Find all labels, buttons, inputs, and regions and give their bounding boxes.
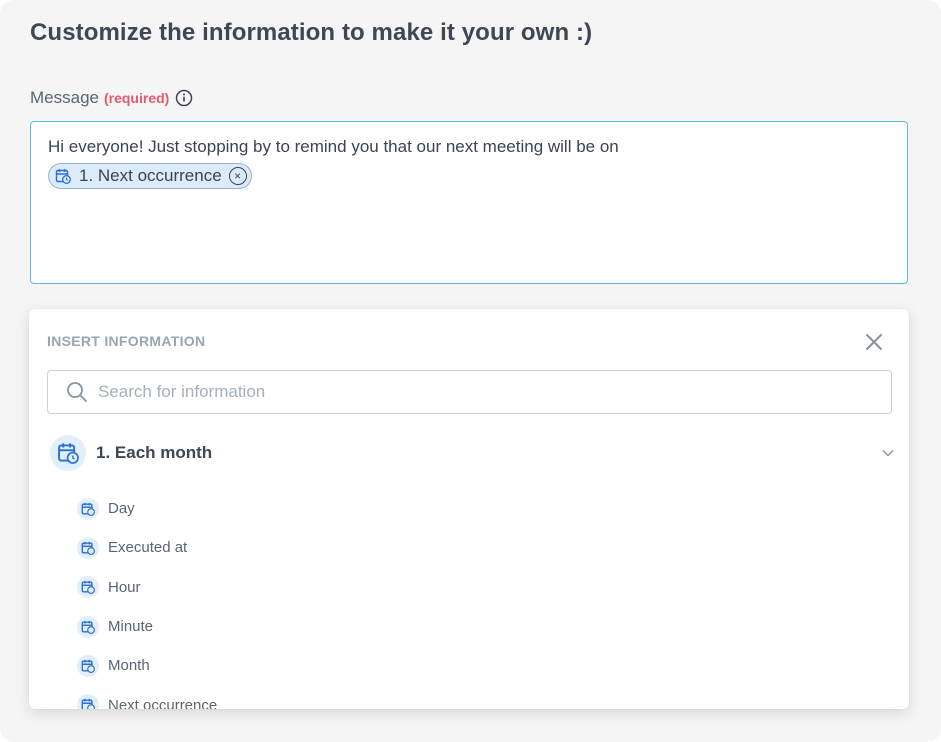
calendar-clock-icon [77, 497, 99, 520]
list-item-next-occurrence[interactable]: Next occurrence [77, 685, 217, 709]
calendar-clock-icon [77, 654, 99, 677]
insert-information-dropdown: INSERT INFORMATION Search for informatio… [29, 309, 909, 709]
info-icon[interactable] [175, 89, 193, 107]
group-header-each-month[interactable]: 1. Each month [50, 435, 895, 471]
message-editor[interactable]: Hi everyone! Just stopping by to remind … [30, 121, 908, 284]
list-item-hour[interactable]: Hour [77, 568, 217, 607]
list-item-day[interactable]: Day [77, 489, 217, 528]
message-text: Hi everyone! Just stopping by to remind … [48, 137, 619, 156]
message-label: Message [30, 88, 99, 107]
chip-label: 1. Next occurrence [79, 166, 222, 185]
list-item-label: Executed at [108, 539, 188, 557]
variable-chip[interactable]: 1. Next occurrence × [48, 163, 252, 189]
calendar-clock-icon [77, 536, 99, 559]
page-title: Customize the information to make it you… [30, 19, 593, 46]
calendar-clock-icon [77, 615, 99, 638]
list-item-label: Day [108, 500, 135, 518]
dropdown-header: INSERT INFORMATION [47, 333, 206, 349]
customize-panel: Customize the information to make it you… [0, 0, 941, 742]
search-box [47, 370, 892, 414]
chip-remove-icon[interactable]: × [228, 167, 247, 185]
calendar-clock-icon [77, 576, 99, 599]
list-item-minute[interactable]: Minute [77, 607, 217, 646]
calendar-clock-icon [50, 435, 86, 471]
message-label-row: Message (required) [30, 88, 193, 108]
calendar-clock-icon [77, 694, 99, 709]
group-label: 1. Each month [96, 443, 213, 462]
calendar-clock-icon [55, 168, 71, 184]
close-icon[interactable] [865, 333, 883, 356]
list-item-label: Minute [108, 618, 154, 636]
chevron-down-icon[interactable] [881, 446, 895, 465]
required-indicator: (required) [103, 90, 170, 106]
list-item-label: Next occurrence [108, 696, 218, 709]
list-item-executed-at[interactable]: Executed at [77, 528, 217, 567]
group-items-list: Day Executed at Hour Minute Month Next o… [77, 489, 217, 709]
search-icon [66, 381, 88, 403]
search-input[interactable] [96, 381, 891, 403]
list-item-month[interactable]: Month [77, 646, 217, 685]
list-item-label: Hour [108, 578, 141, 596]
list-item-label: Month [108, 657, 150, 675]
